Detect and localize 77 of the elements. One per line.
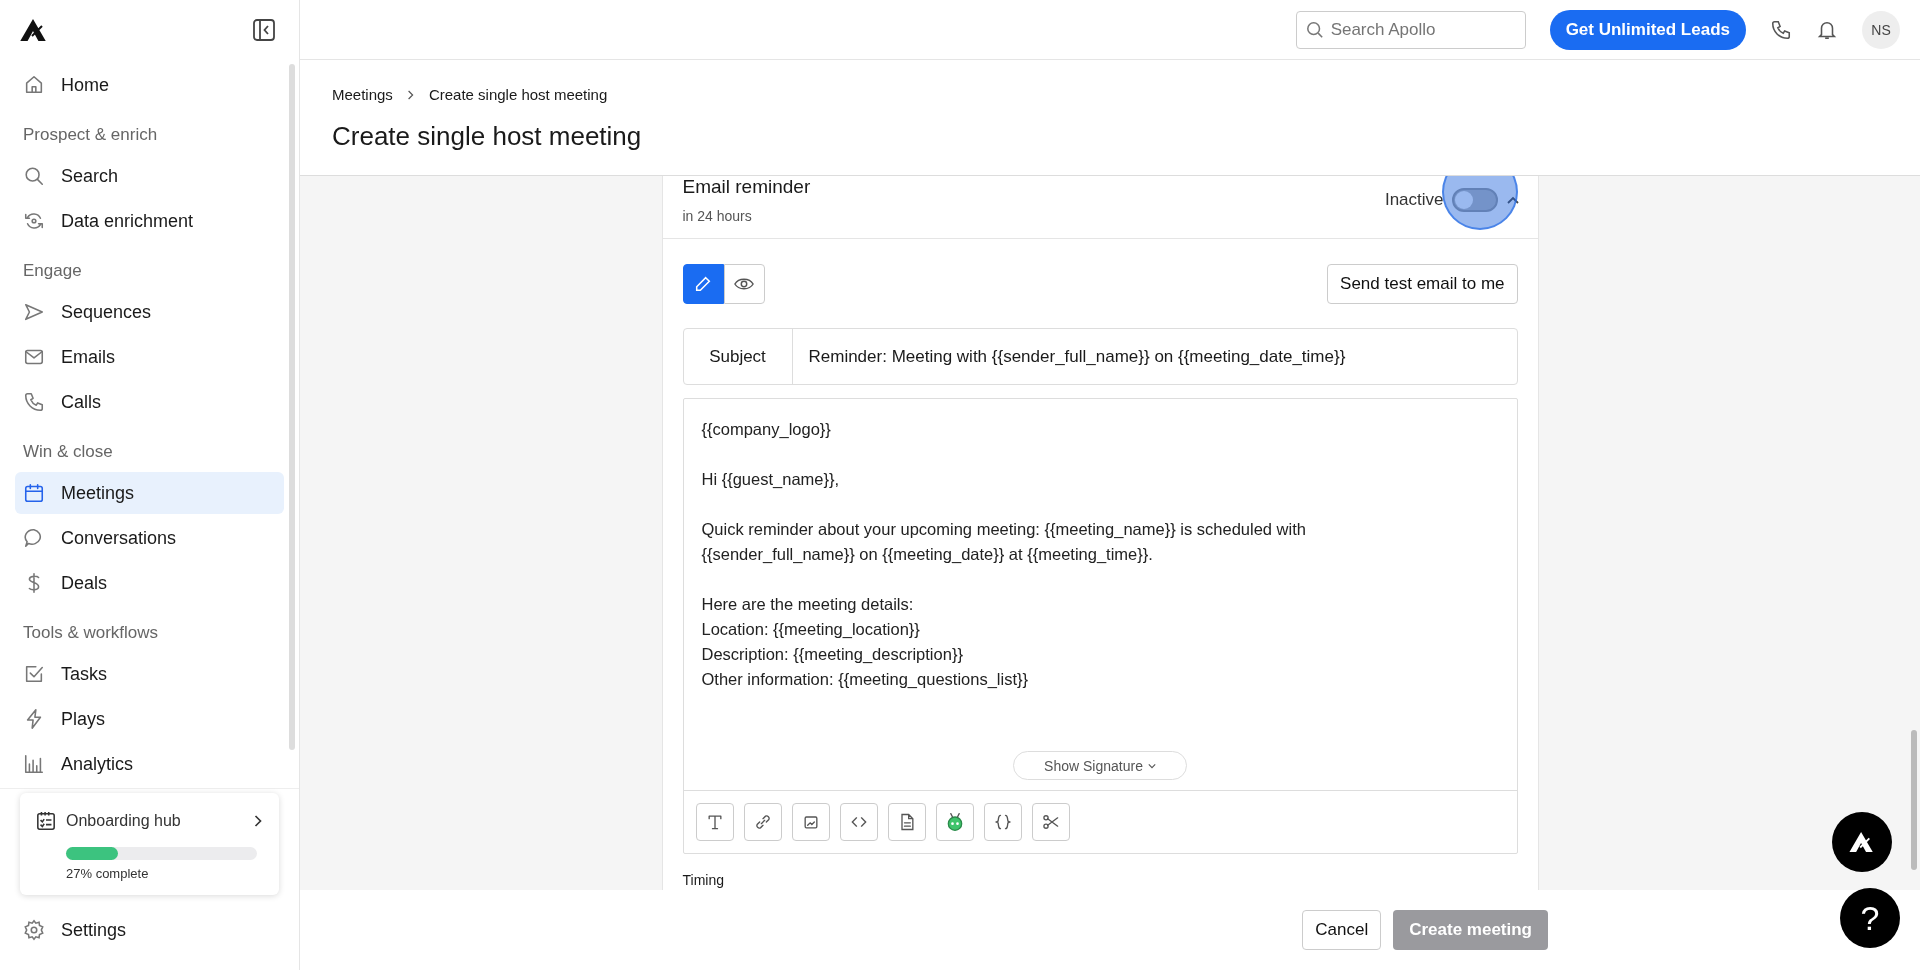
scissors-tool-button[interactable] <box>1031 803 1070 841</box>
body-text: Quick reminder about your upcoming meeting: {{meeting_name}} is scheduled with <box>701 519 1307 540</box>
phone-icon <box>23 391 45 413</box>
home-icon <box>23 74 45 96</box>
pencil-icon <box>694 275 712 293</box>
reminder-title: Email reminder <box>682 176 811 198</box>
timing-label: Timing <box>682 872 725 890</box>
body-text: {{company_logo}} <box>701 419 832 440</box>
robot-tool-button[interactable] <box>935 803 974 841</box>
nav-item[interactable]: Plays <box>15 698 284 740</box>
eye-icon <box>734 276 754 292</box>
progress-text: 27% complete <box>66 866 150 881</box>
show-signature-button[interactable]: Show Signature <box>1013 751 1187 780</box>
edit-mode-button[interactable] <box>682 264 724 304</box>
chevron-down-icon <box>1147 762 1156 769</box>
send-test-email-button[interactable]: Send test email to me <box>1327 264 1518 304</box>
nav-item[interactable]: Meetings <box>15 472 284 514</box>
section-heading: Tools & workflows <box>22 622 160 644</box>
chevron-right-icon <box>406 88 415 101</box>
nav-item[interactable]: Calls <box>15 381 284 423</box>
file-tool-button[interactable] <box>887 803 926 841</box>
search-icon <box>1305 20 1324 39</box>
email-editor[interactable] <box>682 398 1518 854</box>
image-tool-button[interactable] <box>791 803 830 841</box>
nav-item[interactable]: Conversations <box>15 517 284 559</box>
breadcrumb-current: Create single host meeting <box>428 86 608 103</box>
body-text: Other information: {{meeting_questions_list}} <box>701 669 1030 690</box>
phone-icon[interactable] <box>1770 18 1792 41</box>
reminder-subtitle: in 24 hours <box>682 208 753 224</box>
checklist-icon <box>36 811 56 831</box>
section-heading: Engage <box>22 260 83 282</box>
scrollbar[interactable] <box>1911 730 1917 870</box>
send-icon <box>23 301 45 323</box>
link-tool-button[interactable] <box>743 803 782 841</box>
preview-mode-button[interactable] <box>723 264 765 304</box>
braces-tool-button[interactable] <box>983 803 1022 841</box>
scrollbar[interactable] <box>289 64 295 750</box>
body-text: Hi {{guest_name}}, <box>701 469 841 490</box>
cancel-button[interactable]: Cancel <box>1302 910 1382 950</box>
logo-icon <box>1849 831 1875 853</box>
active-toggle[interactable] <box>1451 188 1498 212</box>
text-tool-button[interactable] <box>695 803 734 841</box>
section-heading: Win & close <box>22 441 114 463</box>
nav-item[interactable]: Search <box>15 155 284 197</box>
body-text: {{sender_full_name}} on {{meeting_date}} at {{meeting_time}}. <box>701 544 1154 565</box>
scissors-icon <box>1040 812 1061 832</box>
onboarding-card[interactable]: Onboarding hub 27% complete <box>20 793 279 895</box>
nav-item[interactable]: Emails <box>15 336 284 378</box>
calendar-icon <box>23 482 45 504</box>
nav-item[interactable]: Deals <box>15 562 284 604</box>
logo-icon <box>20 18 48 42</box>
search-icon <box>23 165 45 187</box>
body-text: Here are the meeting details: <box>701 594 915 615</box>
nav-item[interactable]: Tasks <box>15 653 284 695</box>
breadcrumb-link[interactable]: Meetings <box>332 86 393 103</box>
body-text: Location: {{meeting_location}} <box>701 619 921 640</box>
chevron-right-icon <box>253 813 263 829</box>
nav-item[interactable]: Data enrichment <box>15 200 284 242</box>
task-icon <box>23 663 45 685</box>
settings-item[interactable]: Settings <box>15 909 284 951</box>
status-label: Inactive <box>1384 190 1444 210</box>
page-title: Create single host meeting <box>332 121 643 152</box>
onboarding-title: Onboarding hub <box>66 812 182 830</box>
nav-item[interactable]: Sequences <box>15 291 284 333</box>
user-avatar[interactable]: NS <box>1862 10 1900 49</box>
chevron-up-icon[interactable] <box>1505 195 1520 205</box>
code-tool-button[interactable] <box>839 803 878 841</box>
body-text: Description: {{meeting_description}} <box>701 644 964 665</box>
enrich-icon <box>23 210 45 232</box>
search-field[interactable]: Search Apollo <box>1295 10 1526 49</box>
section-heading: Prospect & enrich <box>22 124 159 146</box>
get-unlimited-leads-button[interactable]: Get Unlimited Leads <box>1549 9 1746 50</box>
nav-item[interactable]: Analytics <box>15 743 284 785</box>
nav-item[interactable]: Home <box>15 64 284 106</box>
gear-icon <box>23 919 45 941</box>
collapse-sidebar-icon[interactable] <box>253 19 275 41</box>
chart-icon <box>23 753 45 775</box>
